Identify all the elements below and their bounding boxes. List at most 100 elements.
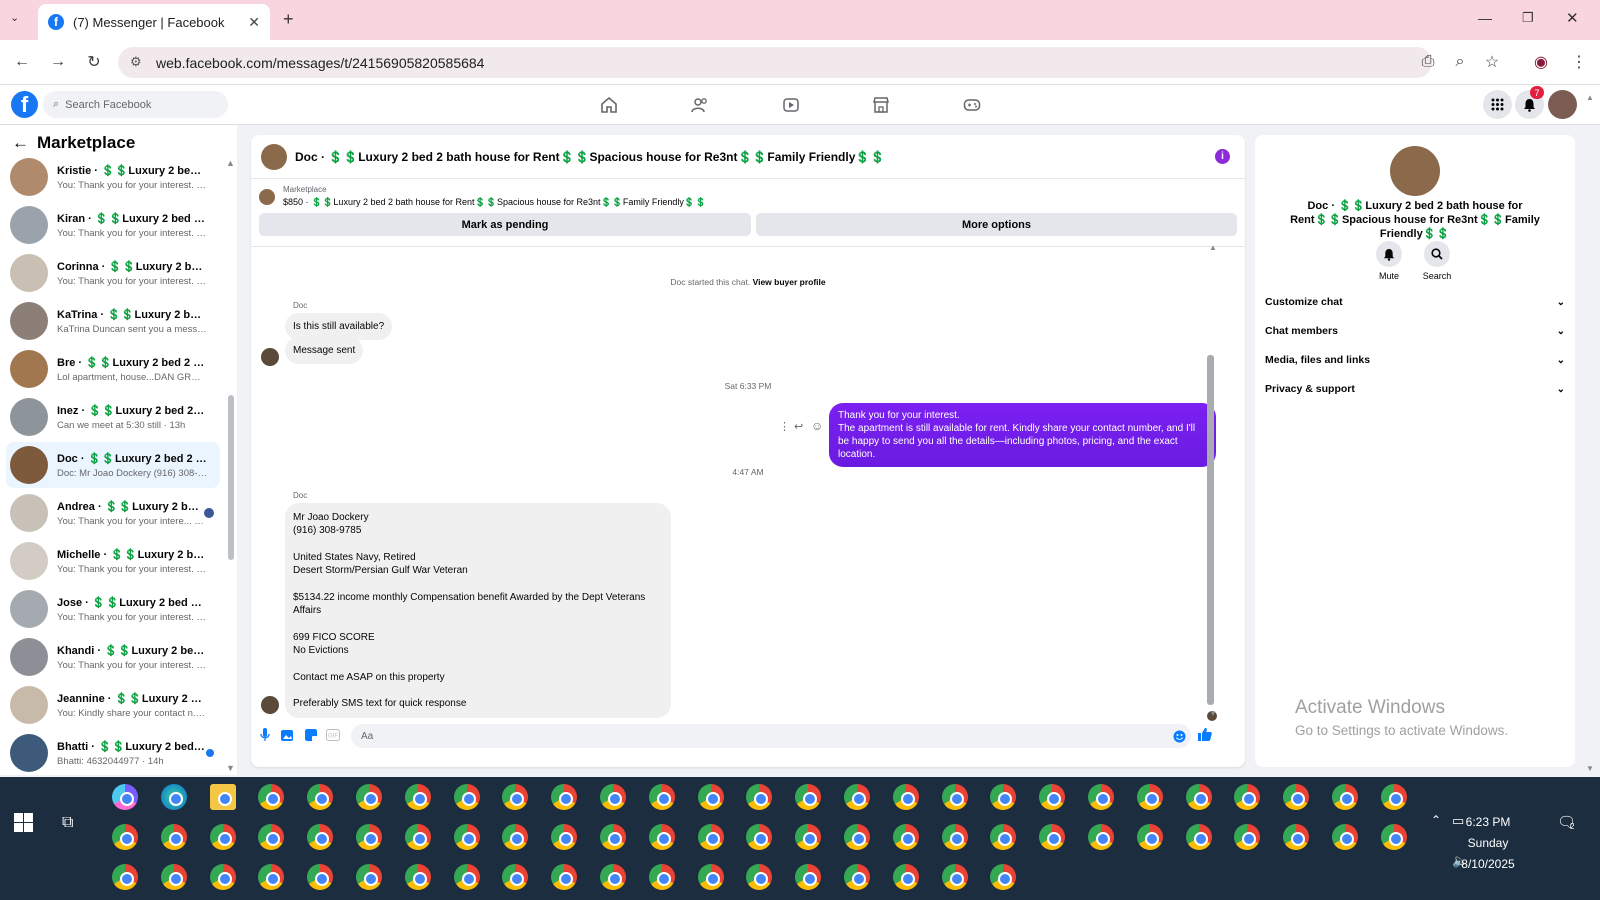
message-input[interactable]: Aa [351,724,1191,748]
conversation-item[interactable]: Kiran · 💲💲Luxury 2 bed 2 bat... You: Than… [6,202,220,248]
facebook-search-input[interactable]: ⌕ Search Facebook [43,91,228,118]
chrome-app-icon[interactable] [941,864,968,890]
emoji-icon[interactable] [1171,728,1187,744]
chrome-app-icon[interactable] [1088,824,1114,850]
chrome-app-icon[interactable] [941,784,968,810]
chrome-app-icon[interactable] [1039,784,1066,810]
chrome-app-icon[interactable] [1283,784,1310,810]
search-in-chat-button[interactable]: Search [1415,241,1459,281]
chat-avatar[interactable] [261,143,287,170]
chrome-app-icon[interactable] [697,784,724,810]
edge-app-icon[interactable] [160,784,187,810]
conversation-item[interactable]: Bhatti · 💲💲Luxury 2 bed 2 ... Bhatti: 463… [6,730,220,776]
chrome-app-icon[interactable] [160,864,187,890]
back-icon[interactable]: ← [8,48,36,76]
chrome-app-icon[interactable] [892,864,919,890]
chrome-app-icon[interactable] [600,824,626,850]
chrome-app-icon[interactable] [1234,784,1261,810]
gif-icon[interactable]: GIF [325,727,341,743]
home-icon[interactable] [597,93,621,117]
chrome-app-icon[interactable] [795,784,822,810]
chrome-app-icon[interactable] [404,864,431,890]
reply-icon[interactable]: ↩ [794,420,803,433]
listing-price-title[interactable]: $850 · 💲💲Luxury 2 bed 2 bath house for R… [283,197,706,208]
mute-button[interactable]: Mute [1367,241,1411,281]
browser-menu-icon[interactable]: ⋮ [1565,48,1593,76]
chrome-app-icon[interactable] [112,824,138,850]
address-bar[interactable]: ⚙ web.facebook.com/messages/t/2415690582… [118,47,1432,78]
chrome-app-icon[interactable] [990,864,1017,890]
task-view-icon[interactable]: ⧉ [62,814,73,832]
chat-title[interactable]: Doc · 💲💲Luxury 2 bed 2 bath house for Re… [295,150,885,164]
conversation-item[interactable]: Doc · 💲💲Luxury 2 bed 2 bath... Doc: Mr Jo… [6,442,220,488]
conversation-item[interactable]: Inez · 💲💲Luxury 2 bed 2 bath... Can we me… [6,394,220,440]
chrome-app-icon[interactable] [1380,784,1407,810]
page-scroll-down-icon[interactable]: ▼ [1586,764,1594,773]
chrome-app-icon[interactable] [1380,824,1407,850]
friends-icon[interactable] [688,93,712,117]
attach-photo-icon[interactable] [280,727,296,743]
listing-thumbnail[interactable] [259,189,275,205]
sidebar-scrollbar[interactable] [228,395,234,560]
react-emoji-icon[interactable]: ☺ [811,419,823,433]
mark-as-pending-button[interactable]: Mark as pending [259,213,751,236]
reload-icon[interactable]: ↻ [80,48,108,76]
chrome-app-icon[interactable] [746,864,773,890]
chrome-app-icon[interactable] [160,824,187,850]
chrome-app-icon[interactable] [209,864,236,890]
chrome-app-icon[interactable] [551,824,578,850]
sender-avatar[interactable] [261,696,279,714]
customize-chat-row[interactable]: Customize chat ⌄ [1265,288,1565,316]
chrome-app-icon[interactable] [648,784,675,810]
chrome-app-icon[interactable] [1283,824,1310,850]
media-files-links-row[interactable]: Media, files and links ⌄ [1265,346,1565,374]
conversation-item[interactable]: Kristie · 💲💲Luxury 2 bed 2 ba... You: Tha… [6,154,220,200]
gaming-icon[interactable] [960,93,984,117]
video-icon[interactable] [779,93,803,117]
chat-scrollbar[interactable] [1207,355,1214,705]
chrome-app-icon[interactable] [307,824,334,850]
chrome-app-icon[interactable] [746,784,773,810]
chrome-app-icon[interactable] [356,824,382,850]
incoming-long-message[interactable]: Mr Joao Dockery (916) 308-9785 United Stat… [285,503,671,719]
chrome-app-icon[interactable] [1088,784,1114,810]
microphone-icon[interactable] [257,727,273,743]
scroll-up-icon[interactable]: ▲ [226,158,235,168]
windows-start-icon[interactable] [14,813,33,832]
chrome-app-icon[interactable] [941,824,968,850]
outgoing-message[interactable]: Thank you for your interest. The apartme… [829,403,1216,467]
chrome-app-icon[interactable] [1332,824,1358,850]
chrome-app-icon[interactable] [258,824,285,850]
chrome-app-icon[interactable] [600,784,626,810]
sticker-icon[interactable] [303,727,319,743]
conversation-item[interactable]: Andrea · 💲💲Luxury 2 bed ... You: Thank yo… [6,490,220,536]
chrome-app-icon[interactable] [453,864,480,890]
incoming-message[interactable]: Message sent [285,337,364,365]
copilot-app-icon[interactable] [112,784,138,810]
chrome-app-icon[interactable] [844,824,870,850]
chrome-app-icon[interactable] [648,864,675,890]
chrome-app-icon[interactable] [1332,784,1358,810]
facebook-logo-icon[interactable]: f [11,91,38,118]
like-thumbs-up-icon[interactable] [1197,726,1213,742]
chrome-app-icon[interactable] [1136,824,1163,850]
chrome-app-icon[interactable] [697,864,724,890]
chrome-app-icon[interactable] [356,784,382,810]
chrome-app-icon[interactable] [307,864,334,890]
page-scroll-up-icon[interactable]: ▲ [1586,93,1594,102]
conversation-item[interactable]: Corinna · 💲💲Luxury 2 bed 2 ... You: Thank… [6,250,220,296]
chrome-app-icon[interactable] [551,864,578,890]
conversation-item[interactable]: Jose · 💲💲Luxury 2 bed 2 bath... You: Than… [6,586,220,632]
menu-grid-icon[interactable] [1483,90,1512,119]
file-explorer-app-icon[interactable] [209,784,236,810]
chrome-app-icon[interactable] [209,824,236,850]
forward-icon[interactable]: → [44,48,72,76]
sender-avatar[interactable] [261,348,279,366]
chrome-app-icon[interactable] [112,864,138,890]
close-window-icon[interactable]: ✕ [1566,9,1579,27]
chrome-app-icon[interactable] [1234,824,1261,850]
marketplace-icon[interactable] [869,93,893,117]
chrome-app-icon[interactable] [892,784,919,810]
account-avatar[interactable] [1548,90,1577,119]
browser-tab-messenger[interactable]: f (7) Messenger | Facebook ✕ [38,4,270,40]
